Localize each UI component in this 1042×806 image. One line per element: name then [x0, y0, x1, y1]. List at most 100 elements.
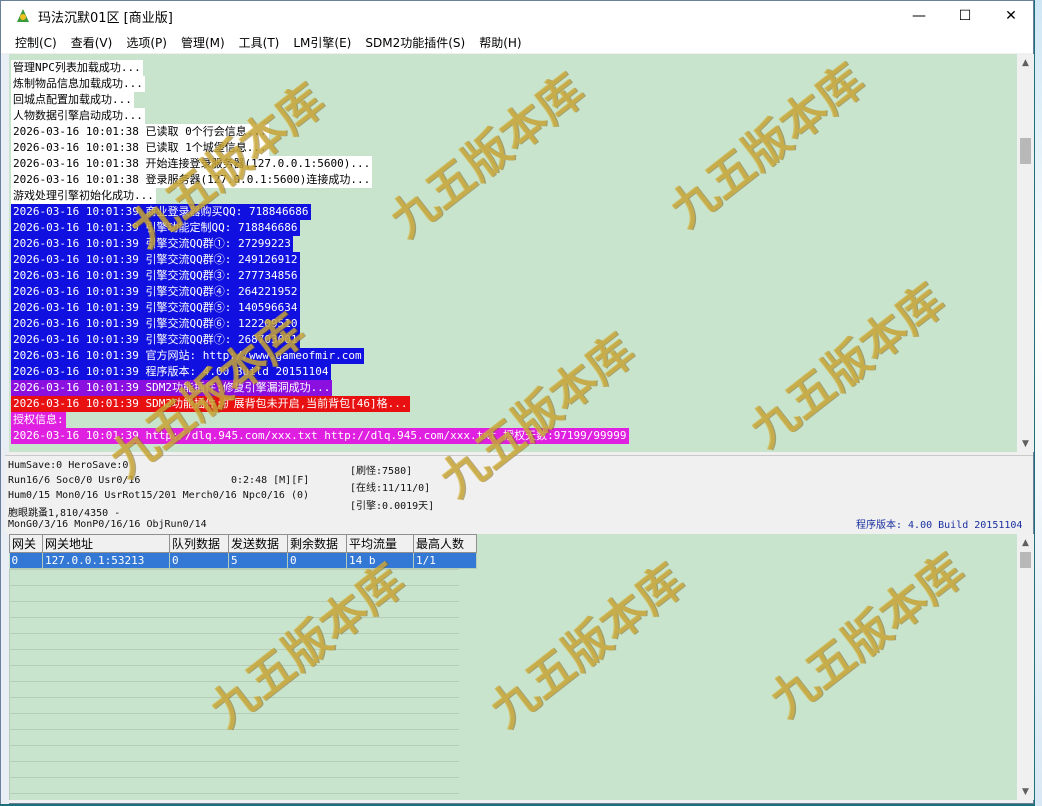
log-text: 人物数据引擎启动成功... [11, 108, 145, 124]
log-line: 人物数据引擎启动成功... [11, 108, 629, 124]
gateway-grid[interactable]: 网关 网关地址 队列数据 发送数据 剩余数据 平均流量 最高人数 0 127.0.0.1:53… [9, 534, 1017, 800]
window-title: 玛法沉默01区 [商业版] [38, 11, 173, 26]
log-text: 回城点配置加载成功... [11, 92, 134, 108]
table-cell: 0 [169, 552, 229, 569]
menu-lm-engine[interactable]: LM引擎(E) [286, 34, 358, 51]
log-text: 2026-03-16 10:01:38 开始连接登录服务器(127.0.0.1:… [11, 156, 373, 172]
log-line: 2026-03-16 10:01:38 已读取 0个行会信息... [11, 124, 629, 140]
status-panel: HumSave:0 HeroSave:0 Run16/6 Soc0/0 Usr0… [5, 455, 1033, 534]
column-header[interactable]: 网关地址 [42, 534, 170, 553]
log-line: 2026-03-16 10:01:39 SDM2功能插件:修复引擎漏洞成功... [11, 380, 629, 396]
menu-help[interactable]: 帮助(H) [472, 34, 528, 51]
monster-status: 胞眼跳蚤1,810/4350 - [8, 508, 121, 519]
counter-status: Hum0/15 Mon0/16 UsrRot15/201 Merch0/16 N… [8, 490, 310, 501]
table-row[interactable]: 0 127.0.0.1:53213 0 5 0 14 b 1/1 [9, 552, 477, 569]
menu-bar: 控制(C) 查看(V) 选项(P) 管理(M) 工具(T) LM引擎(E) SD… [1, 31, 1033, 53]
log-line: 2026-03-16 10:01:39 SDM2功能插件:扩展背包未开启,当前背… [11, 396, 629, 412]
grid-scroll-thumb[interactable] [1020, 552, 1031, 568]
scroll-down-icon[interactable]: ▼ [1017, 435, 1034, 452]
main-window: 玛法沉默01区 [商业版] — ☐ ✕ 控制(C) 查看(V) 选项(P) 管理… [0, 0, 1034, 804]
table-cell: 0 [9, 552, 43, 569]
program-version: 程序版本: 4.00 Build 20151104 [856, 520, 1023, 531]
table-cell: 127.0.0.1:53213 [42, 552, 170, 569]
menu-manage[interactable]: 管理(M) [174, 34, 232, 51]
menu-tools[interactable]: 工具(T) [232, 34, 287, 51]
log-line: 2026-03-16 10:01:39 引擎交流QQ群②: 249126912 [11, 252, 629, 268]
log-text: 2026-03-16 10:01:39 引擎交流QQ群①: 27299223 [11, 236, 293, 252]
engine-days: [引擎:0.0019天] [350, 501, 435, 512]
log-text: 2026-03-16 10:01:38 登录服务器(127.0.0.1:5600… [11, 172, 373, 188]
log-text: 管理NPC列表加载成功... [11, 60, 143, 76]
log-line: 2026-03-16 10:01:38 已读取 1个城堡信息... [11, 140, 629, 156]
log-scrollbar[interactable]: ▲ ▼ [1017, 54, 1034, 452]
grid-scroll-down-icon[interactable]: ▼ [1017, 783, 1034, 800]
log-list: 管理NPC列表加载成功... 炼制物品信息加载成功... 回城点配置加载成功... 人… [11, 60, 629, 444]
log-text: 授权信息: [11, 412, 66, 428]
log-text: 2026-03-16 10:01:39 官方网站: http://www.gam… [11, 348, 364, 364]
log-line: 2026-03-16 10:01:39 引擎交流QQ群⑦: 268703001 [11, 332, 629, 348]
gateway-table: 网关 网关地址 队列数据 发送数据 剩余数据 平均流量 最高人数 0 127.0.0.1:53… [9, 534, 477, 569]
log-text: 2026-03-16 10:01:39 SDM2功能插件:扩展背包未开启,当前背… [11, 396, 410, 412]
table-cell: 0 [287, 552, 347, 569]
save-status: HumSave:0 HeroSave:0 [8, 460, 129, 471]
log-line: 2026-03-16 10:01:39 引擎交流QQ群①: 27299223 [11, 236, 629, 252]
log-line: 2026-03-16 10:01:39 引擎功能定制QQ: 718846686 [11, 220, 629, 236]
log-text: 2026-03-16 10:01:39 http://dlq.945.com/x… [11, 428, 629, 444]
column-header[interactable]: 队列数据 [169, 534, 229, 553]
log-text: 2026-03-16 10:01:39 引擎功能定制QQ: 718846686 [11, 220, 300, 236]
column-header[interactable]: 平均流量 [346, 534, 414, 553]
log-text: 2026-03-16 10:01:39 程序版本: 4.00 Build 201… [11, 364, 331, 380]
log-text: 2026-03-16 10:01:39 引擎交流QQ群⑤: 140596634 [11, 300, 300, 316]
log-line: 2026-03-16 10:01:39 引擎交流QQ群④: 264221952 [11, 284, 629, 300]
log-line: 2026-03-16 10:01:39 商业登录器购买QQ: 718846686 [11, 204, 629, 220]
log-line: 授权信息: [11, 412, 629, 428]
log-text: 2026-03-16 10:01:39 引擎交流QQ群②: 249126912 [11, 252, 300, 268]
run-status: Run16/6 Soc0/0 Usr0/16 [8, 475, 141, 486]
scroll-up-icon[interactable]: ▲ [1017, 54, 1034, 71]
log-text: 2026-03-16 10:01:39 商业登录器购买QQ: 718846686 [11, 204, 311, 220]
log-text: 2026-03-16 10:01:39 引擎交流QQ群⑦: 268703001 [11, 332, 300, 348]
log-line: 2026-03-16 10:01:38 登录服务器(127.0.0.1:5600… [11, 172, 629, 188]
maximize-button[interactable]: ☐ [942, 1, 988, 31]
log-line: 2026-03-16 10:01:39 官方网站: http://www.gam… [11, 348, 629, 364]
log-pane[interactable]: 管理NPC列表加载成功... 炼制物品信息加载成功... 回城点配置加载成功... 人… [9, 54, 1017, 452]
log-text: 游戏处理引擎初始化成功... [11, 188, 156, 204]
log-line: 2026-03-16 10:01:39 引擎交流QQ群③: 277734856 [11, 268, 629, 284]
log-line: 2026-03-16 10:01:39 http://dlq.945.com/x… [11, 428, 629, 444]
log-text: 2026-03-16 10:01:39 引擎交流QQ群③: 277734856 [11, 268, 300, 284]
refresh-monster: [刷怪:7580] [350, 466, 413, 477]
menu-options[interactable]: 选项(P) [119, 34, 174, 51]
log-text: 2026-03-16 10:01:39 SDM2功能插件:修复引擎漏洞成功... [11, 380, 333, 396]
log-line: 2026-03-16 10:01:39 引擎交流QQ群⑥: 122209510 [11, 316, 629, 332]
column-header[interactable]: 剩余数据 [287, 534, 347, 553]
column-header[interactable]: 网关 [9, 534, 43, 553]
table-cell: 5 [228, 552, 288, 569]
minimize-button[interactable]: — [896, 1, 942, 31]
table-cell: 1/1 [413, 552, 477, 569]
log-line: 2026-03-16 10:01:38 开始连接登录服务器(127.0.0.1:… [11, 156, 629, 172]
log-line: 回城点配置加载成功... [11, 92, 629, 108]
log-text: 2026-03-16 10:01:38 已读取 1个城堡信息... [11, 140, 269, 156]
grid-scrollbar[interactable]: ▲ ▼ [1017, 534, 1034, 800]
log-text: 2026-03-16 10:01:38 已读取 0个行会信息... [11, 124, 269, 140]
grid-scroll-up-icon[interactable]: ▲ [1017, 534, 1034, 551]
log-scroll-thumb[interactable] [1020, 138, 1031, 164]
menu-sdm2-plugin[interactable]: SDM2功能插件(S) [358, 34, 472, 51]
log-line: 管理NPC列表加载成功... [11, 60, 629, 76]
log-line: 2026-03-16 10:01:39 引擎交流QQ群⑤: 140596634 [11, 300, 629, 316]
close-button[interactable]: ✕ [988, 1, 1034, 31]
column-header[interactable]: 发送数据 [228, 534, 288, 553]
desktop-background [1035, 0, 1042, 806]
menu-control[interactable]: 控制(C) [1, 34, 64, 51]
log-line: 2026-03-16 10:01:39 程序版本: 4.00 Build 201… [11, 364, 629, 380]
log-text: 2026-03-16 10:01:39 引擎交流QQ群⑥: 122209510 [11, 316, 300, 332]
log-line: 游戏处理引擎初始化成功... [11, 188, 629, 204]
object-status: MonG0/3/16 MonP0/16/16 ObjRun0/14 [8, 519, 207, 530]
left-gutter [1, 54, 9, 804]
column-header[interactable]: 最高人数 [413, 534, 477, 553]
log-line: 炼制物品信息加载成功... [11, 76, 629, 92]
table-cell: 14 b [346, 552, 414, 569]
app-icon [17, 9, 29, 22]
uptime: 0:2:48 [M][F] [231, 475, 310, 486]
menu-view[interactable]: 查看(V) [64, 34, 120, 51]
